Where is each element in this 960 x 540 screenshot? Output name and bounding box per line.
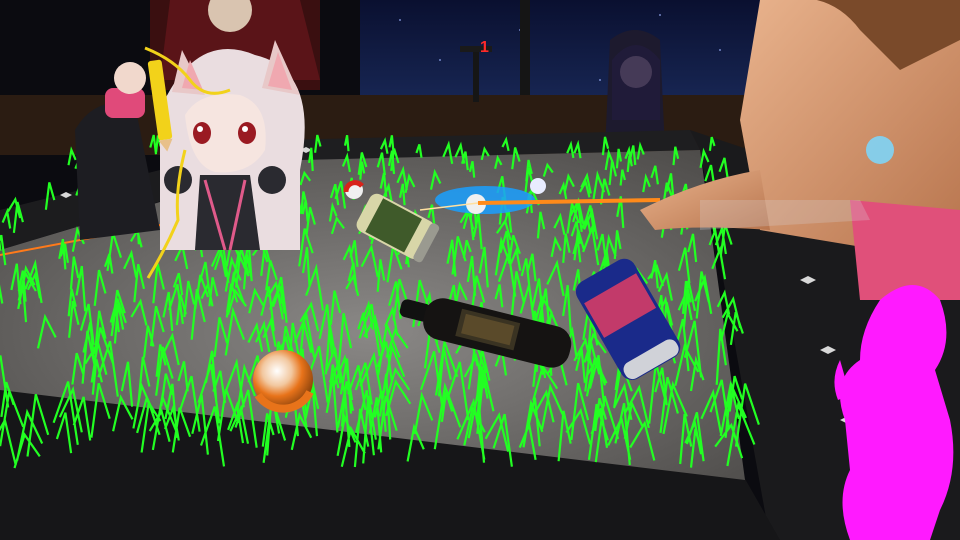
blue-white-ball [530,178,546,194]
vr-scene: 1 [0,0,960,540]
neon-sign-text: 1 [480,39,489,56]
bar-stool-leg [473,52,479,102]
orange-pool-ball [253,350,314,413]
